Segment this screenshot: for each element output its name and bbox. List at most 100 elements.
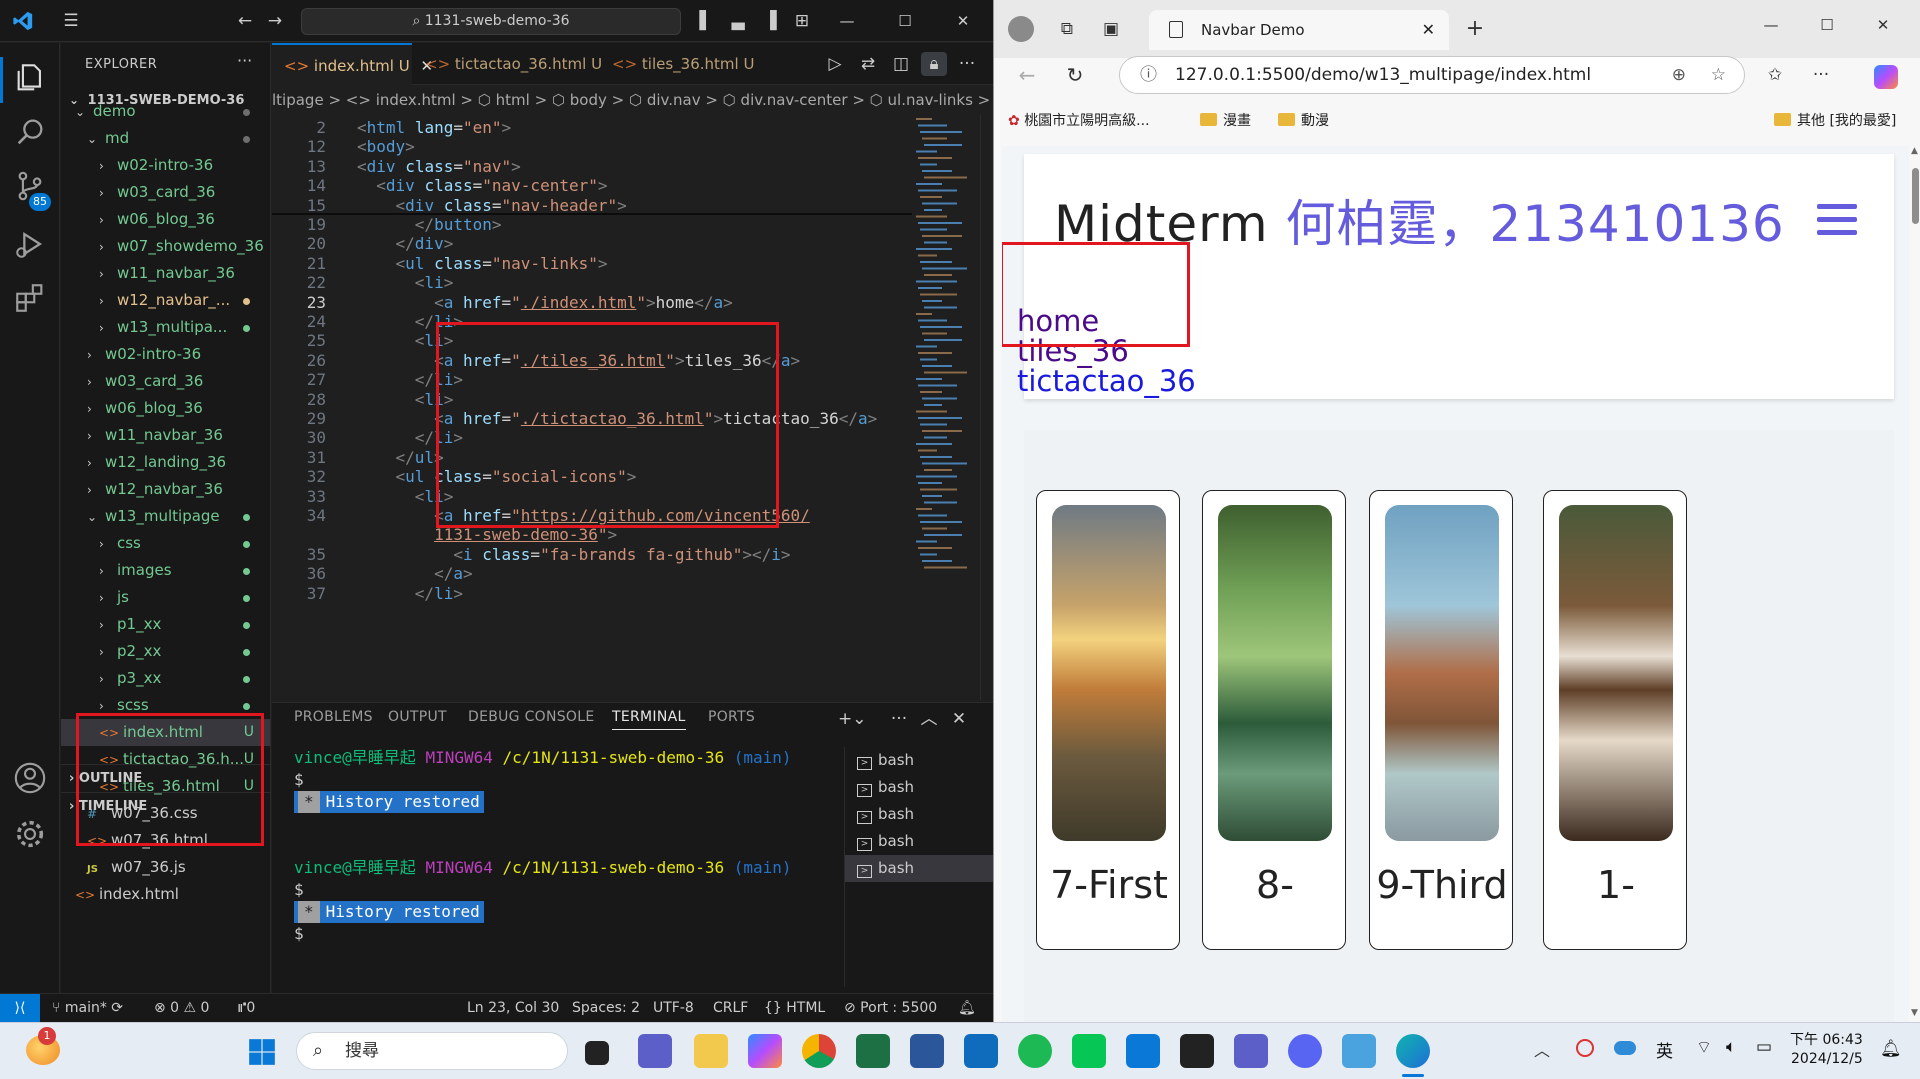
site-info-icon[interactable]: ⓘ bbox=[1140, 57, 1157, 93]
maximize-button[interactable]: ☐ bbox=[1810, 12, 1844, 38]
show-hidden-icons[interactable]: ︿ bbox=[1534, 1037, 1550, 1061]
tab-tictactao[interactable]: <> tictactao_36.html U bbox=[413, 43, 602, 85]
teams-alt-icon[interactable] bbox=[1234, 1034, 1268, 1068]
favorite-star-icon[interactable]: ☆ bbox=[1711, 57, 1726, 93]
terminal-icon[interactable] bbox=[1180, 1034, 1214, 1068]
tree-item[interactable]: › images bbox=[61, 557, 270, 584]
back-icon[interactable]: ← bbox=[1014, 63, 1040, 87]
vertical-tabs-icon[interactable]: ▣ bbox=[1098, 17, 1124, 41]
tree-item[interactable]: › w12_navbar_... bbox=[61, 287, 270, 314]
teams-icon[interactable] bbox=[638, 1034, 672, 1068]
wifi-icon[interactable]: ⌔ bbox=[1696, 1037, 1712, 1058]
tab-ports[interactable]: PORTS bbox=[708, 709, 755, 725]
split-editor-icon[interactable]: ◫ bbox=[888, 52, 914, 76]
minimize-button[interactable]: — bbox=[830, 8, 864, 34]
taskbar-search[interactable]: ⌕ 搜尋 bbox=[296, 1032, 568, 1070]
more-actions-icon[interactable]: ··· bbox=[954, 52, 980, 76]
menu-icon[interactable]: ☰ bbox=[58, 9, 84, 33]
copilot-icon[interactable] bbox=[1874, 65, 1898, 89]
tab-debug-console[interactable]: DEBUG CONSOLE bbox=[468, 709, 595, 725]
explorer-icon[interactable] bbox=[13, 61, 47, 95]
run-debug-icon[interactable] bbox=[13, 227, 47, 261]
close-window-button[interactable]: ✕ bbox=[946, 8, 980, 34]
tree-item[interactable]: › p1_xx bbox=[61, 611, 270, 638]
outlook-icon[interactable] bbox=[964, 1034, 998, 1068]
tree-item[interactable]: › w12_landing_36 bbox=[61, 449, 270, 476]
settings-more-icon[interactable]: ··· bbox=[1808, 63, 1834, 87]
profile-avatar[interactable] bbox=[1008, 16, 1034, 42]
tree-item[interactable]: ⌄ md bbox=[61, 125, 270, 152]
tree-item[interactable]: <> index.html bbox=[61, 881, 270, 908]
volume-icon[interactable]: 🔈︎ bbox=[1726, 1037, 1736, 1057]
run-icon[interactable]: ▷ bbox=[822, 52, 848, 76]
tree-item[interactable]: ⌄ w13_multipage bbox=[61, 503, 270, 530]
command-center-search[interactable]: ⌕ 1131-sweb-demo-36 bbox=[301, 8, 681, 35]
tile-card[interactable]: 7-First bbox=[1036, 490, 1180, 950]
word-icon[interactable] bbox=[910, 1034, 944, 1068]
spotify-icon[interactable] bbox=[1018, 1034, 1052, 1068]
scroll-down-icon[interactable]: ▼ bbox=[1911, 1008, 1918, 1018]
tree-item[interactable]: › w03_card_36 bbox=[61, 368, 270, 395]
close-window-button[interactable]: ✕ bbox=[1866, 12, 1900, 38]
new-terminal-icon[interactable]: +⌄ bbox=[838, 707, 867, 731]
tree-item[interactable]: › w02-intro-36 bbox=[61, 152, 270, 179]
task-view-icon[interactable] bbox=[585, 1041, 609, 1065]
windows-start-icon[interactable] bbox=[248, 1038, 276, 1066]
minimize-button[interactable]: — bbox=[1754, 12, 1788, 38]
customize-layout-icon[interactable]: ⊞ bbox=[789, 9, 815, 33]
maximize-panel-icon[interactable]: ︿ bbox=[916, 707, 942, 731]
tree-item[interactable]: ⌄ demo bbox=[61, 98, 270, 125]
remote-icon[interactable]: ⟩⟨ bbox=[0, 994, 40, 1022]
branch-status[interactable]: ⑂ main* ⟳ bbox=[52, 994, 123, 1022]
nav-link-tictactao[interactable]: tictactao_36 bbox=[1017, 366, 1196, 396]
terminal-instance[interactable]: > bash bbox=[845, 855, 994, 882]
tree-item[interactable]: › w03_card_36 bbox=[61, 179, 270, 206]
back-arrow-icon[interactable]: ← bbox=[232, 9, 258, 33]
encoding[interactable]: UTF-8 bbox=[653, 994, 694, 1022]
scroll-up-icon[interactable]: ▲ bbox=[1911, 146, 1918, 156]
account-icon[interactable] bbox=[13, 761, 47, 795]
hamburger-menu-icon[interactable] bbox=[1817, 204, 1857, 238]
more-actions-icon[interactable]: ··· bbox=[237, 51, 252, 70]
browser-tab-navbar-demo[interactable]: Navbar Demo ✕ bbox=[1149, 10, 1449, 50]
line-ending[interactable]: CRLF bbox=[713, 994, 748, 1022]
breadcrumb[interactable]: ltipage > <> index.html > ⬡ html > ⬡ bod… bbox=[272, 86, 993, 114]
toggle-panel-icon[interactable]: ▃ bbox=[725, 9, 751, 33]
page-scrollbar[interactable]: ▲ ▼ bbox=[1909, 146, 1920, 1022]
security-icon[interactable] bbox=[1576, 1039, 1594, 1057]
terminal-instance[interactable]: > bash bbox=[845, 774, 994, 801]
notifications-icon[interactable]: 🔔︎ bbox=[958, 994, 976, 1022]
cursor-position[interactable]: Ln 23, Col 30 bbox=[467, 994, 559, 1022]
onedrive-icon[interactable] bbox=[1614, 1041, 1636, 1055]
favorites-icon[interactable]: ✩ bbox=[1762, 63, 1788, 87]
tree-item[interactable]: › w07_showdemo_36 bbox=[61, 233, 270, 260]
tab-terminal[interactable]: TERMINAL bbox=[612, 709, 686, 730]
compare-icon[interactable]: ⇄ bbox=[855, 52, 881, 76]
app-icon[interactable] bbox=[1342, 1034, 1376, 1068]
close-tab-icon[interactable]: ✕ bbox=[1422, 10, 1435, 50]
tree-item[interactable]: › w12_navbar_36 bbox=[61, 476, 270, 503]
reload-icon[interactable]: ↻ bbox=[1062, 63, 1088, 87]
maximize-button[interactable]: ☐ bbox=[888, 8, 922, 34]
terminal-instance[interactable]: > bash bbox=[845, 801, 994, 828]
tab-tiles[interactable]: <> tiles_36.html U bbox=[600, 43, 754, 85]
terminal-instance[interactable]: > bash bbox=[845, 747, 994, 774]
bookmark-school[interactable]: ✿ 桃園市立陽明高級... bbox=[1008, 110, 1150, 130]
bookmark-folder-manga[interactable]: 漫畫 bbox=[1200, 110, 1251, 130]
forward-arrow-icon[interactable]: → bbox=[262, 9, 288, 33]
tree-item[interactable]: › js bbox=[61, 584, 270, 611]
battery-icon[interactable]: ▭ bbox=[1756, 1037, 1772, 1057]
search-icon[interactable] bbox=[13, 115, 47, 149]
copilot-icon[interactable] bbox=[748, 1034, 782, 1068]
terminal-instance[interactable]: > bash bbox=[845, 828, 994, 855]
scroll-thumb[interactable] bbox=[1912, 168, 1919, 224]
tile-card[interactable]: 9-Third bbox=[1369, 490, 1513, 950]
line-icon[interactable] bbox=[1072, 1034, 1106, 1068]
live-server-port[interactable]: ⊘ Port : 5500 bbox=[844, 994, 937, 1022]
tab-problems[interactable]: PROBLEMS bbox=[294, 709, 373, 725]
tree-item[interactable]: › css bbox=[61, 530, 270, 557]
extensions-icon[interactable] bbox=[13, 281, 47, 315]
more-actions-icon[interactable]: ··· bbox=[886, 707, 912, 731]
language-mode[interactable]: {} HTML bbox=[764, 994, 825, 1022]
code-line[interactable]: 37 </li> bbox=[272, 582, 912, 606]
